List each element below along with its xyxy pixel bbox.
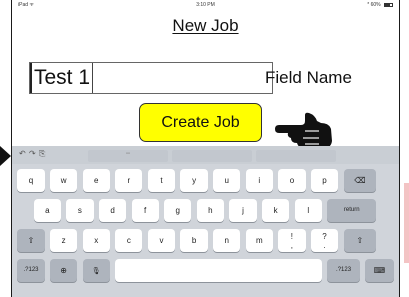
battery-label: * 60% <box>367 2 381 8</box>
question-glyph: ? <box>322 232 327 241</box>
period-glyph: . <box>323 241 326 250</box>
microphone-icon: 🎙 <box>91 268 101 275</box>
key-exclaim-comma[interactable]: ! , <box>278 229 306 252</box>
exclaim-glyph: ! <box>290 232 294 241</box>
key-l[interactable]: l <box>294 199 322 222</box>
shift-key-left[interactable]: ⇧ <box>17 229 45 252</box>
paste-icon[interactable]: ⎘ <box>39 149 45 159</box>
suggestion-slot-left[interactable]: "" <box>88 150 168 162</box>
key-b[interactable]: b <box>180 229 208 252</box>
dictation-key[interactable]: 🎙 <box>82 259 110 282</box>
status-bar: iPad ᯤ 3:10 PM * 60% <box>12 0 399 9</box>
shift-icon: ⇧ <box>27 236 35 245</box>
key-x[interactable]: x <box>82 229 110 252</box>
key-y[interactable]: y <box>180 169 208 192</box>
suggestion-slot-center[interactable] <box>172 150 252 162</box>
name-field[interactable]: Test 1 <box>29 62 273 94</box>
shift-key-right[interactable]: ⇧ <box>343 229 377 252</box>
onscreen-keyboard: ↶ ↷ ⎘ "" q w e r t y u i o p ⌫ a s d f g… <box>12 146 399 297</box>
globe-icon: ⊕ <box>60 266 67 275</box>
key-j[interactable]: j <box>229 199 257 222</box>
suggestion-slot-right[interactable] <box>256 150 336 162</box>
screenshot-background: iPad ᯤ 3:10 PM * 60% New Job Test 1 Fiel… <box>0 0 409 297</box>
undo-icon[interactable]: ↶ <box>19 149 26 158</box>
key-u[interactable]: u <box>213 169 241 192</box>
key-k[interactable]: k <box>262 199 290 222</box>
key-h[interactable]: h <box>196 199 224 222</box>
field-name-label: Field Name <box>265 68 352 87</box>
suggestion-text: "" <box>125 153 131 159</box>
key-a[interactable]: a <box>33 199 61 222</box>
return-key[interactable]: return <box>327 199 377 222</box>
keyboard-toolbar: ↶ ↷ ⎘ "" <box>12 146 399 164</box>
numbers-key-right[interactable]: .?123 <box>327 259 360 282</box>
create-job-button[interactable]: Create Job <box>139 103 262 142</box>
pointer-arrow-icon <box>0 146 11 166</box>
key-p[interactable]: p <box>310 169 339 192</box>
comma-glyph: , <box>290 241 294 250</box>
numbers-key-left[interactable]: .?123 <box>17 259 45 282</box>
key-z[interactable]: z <box>50 229 78 252</box>
key-d[interactable]: d <box>98 199 127 222</box>
redo-icon[interactable]: ↷ <box>29 149 36 158</box>
key-g[interactable]: g <box>164 199 192 222</box>
backspace-icon: ⌫ <box>354 176 366 185</box>
key-t[interactable]: t <box>147 169 176 192</box>
edge-marker <box>404 183 409 263</box>
key-q[interactable]: q <box>17 169 45 192</box>
ipad-screen: iPad ᯤ 3:10 PM * 60% New Job Test 1 Fiel… <box>11 0 400 297</box>
battery-status: * 60% <box>367 2 393 8</box>
key-question-period[interactable]: ? . <box>310 229 339 252</box>
hide-keyboard-icon: ⌨ <box>373 266 386 275</box>
space-bar[interactable] <box>115 259 322 282</box>
key-s[interactable]: s <box>66 199 94 222</box>
key-m[interactable]: m <box>245 229 273 252</box>
page-title: New Job <box>172 16 239 35</box>
key-r[interactable]: r <box>115 169 143 192</box>
key-c[interactable]: c <box>115 229 143 252</box>
clock: 3:10 PM <box>196 2 215 8</box>
name-field-value[interactable]: Test 1 <box>30 63 94 93</box>
hide-keyboard-key[interactable]: ⌨ <box>365 259 394 282</box>
battery-icon <box>384 2 393 7</box>
key-f[interactable]: f <box>131 199 159 222</box>
key-e[interactable]: e <box>82 169 110 192</box>
shift-icon: ⇧ <box>356 236 364 245</box>
key-v[interactable]: v <box>147 229 176 252</box>
key-o[interactable]: o <box>278 169 306 192</box>
key-n[interactable]: n <box>213 229 241 252</box>
pointing-hand-icon <box>275 112 332 149</box>
backspace-key[interactable]: ⌫ <box>343 169 377 192</box>
globe-key[interactable]: ⊕ <box>50 259 78 282</box>
key-w[interactable]: w <box>50 169 78 192</box>
key-i[interactable]: i <box>245 169 273 192</box>
